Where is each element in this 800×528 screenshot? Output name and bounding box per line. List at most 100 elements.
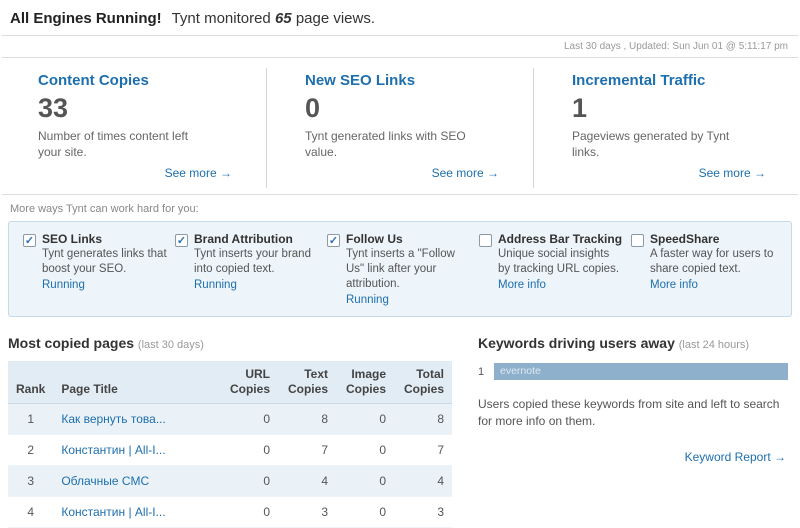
keywords-title: Keywords driving users away [478, 335, 675, 351]
last-updated-text: Last 30 days , Updated: Sun Jun 01 @ 5:1… [0, 36, 800, 57]
cell-total-copies: 3 [394, 497, 452, 528]
stat-title: Content Copies [38, 72, 242, 89]
see-more-link[interactable]: See more → [432, 166, 499, 180]
keywords-section: Keywords driving users away (last 24 hou… [452, 335, 788, 528]
checkbox-icon[interactable] [479, 234, 492, 247]
col-total-copies: Total Copies [394, 361, 452, 404]
section-period: (last 30 days) [138, 339, 204, 351]
arrow-icon: → [754, 166, 766, 180]
checkbox-icon[interactable]: ✓ [327, 234, 340, 247]
cell-url-copies: 0 [220, 466, 278, 497]
cell-text-copies: 7 [278, 435, 336, 466]
stats-row: Content Copies 33 Number of times conten… [0, 58, 800, 194]
cell-rank: 3 [8, 466, 53, 497]
most-copied-title: Most copied pages [8, 335, 134, 351]
see-more-label: See more [165, 166, 217, 180]
keyword-rank: 1 [478, 366, 494, 378]
stat-value: 33 [38, 93, 242, 124]
arrow-icon: → [487, 166, 499, 180]
feature-seo-links: ✓ SEO Links Tynt generates links that bo… [23, 232, 175, 306]
col-text-copies: Text Copies [278, 361, 336, 404]
feature-body: Address Bar Tracking Unique social insig… [498, 232, 623, 306]
section-title: Most copied pages (last 30 days) [8, 335, 452, 351]
feature-body: Follow Us Tynt inserts a "Follow Us" lin… [346, 232, 471, 306]
cell-image-copies: 0 [336, 466, 394, 497]
cell-total-copies: 8 [394, 404, 452, 435]
table-header-row: Rank Page Title URL Copies Text Copies I… [8, 361, 452, 404]
stat-new-seo-links: New SEO Links 0 Tynt generated links wit… [266, 68, 533, 188]
col-url-copies: URL Copies [220, 361, 278, 404]
feature-brand-attribution: ✓ Brand Attribution Tynt inserts your br… [175, 232, 327, 306]
cell-url-copies: 0 [220, 435, 278, 466]
page-title-link[interactable]: Как вернуть това... [61, 412, 166, 426]
feature-address-bar-tracking: Address Bar Tracking Unique social insig… [479, 232, 631, 306]
stat-incremental-traffic: Incremental Traffic 1 Pageviews generate… [533, 68, 800, 188]
see-more-link[interactable]: See more → [699, 166, 766, 180]
keyword-row: 1 evernote [478, 363, 788, 380]
keyword-report-link[interactable]: Keyword Report → [685, 450, 786, 464]
cell-rank: 4 [8, 497, 53, 528]
cell-rank: 1 [8, 404, 53, 435]
most-copied-pages-section: Most copied pages (last 30 days) Rank Pa… [8, 335, 452, 528]
feature-speedshare: SpeedShare A faster way for users to sha… [631, 232, 783, 306]
see-more-label: See more [432, 166, 484, 180]
stat-description: Pageviews generated by Tynt links. [572, 128, 747, 160]
table-row: 2 Константин | All-I... 0 7 0 7 [8, 435, 452, 466]
feature-status-link[interactable]: Running [42, 279, 85, 291]
cell-total-copies: 4 [394, 466, 452, 497]
cell-image-copies: 0 [336, 404, 394, 435]
monitored-suffix: page views. [296, 10, 375, 27]
stat-description: Number of times content left your site. [38, 128, 213, 160]
page-title-link[interactable]: Облачные СМС [61, 474, 149, 488]
checkbox-icon[interactable]: ✓ [23, 234, 36, 247]
arrow-icon: → [774, 450, 786, 464]
feature-body: SpeedShare A faster way for users to sha… [650, 232, 775, 306]
monitored-prefix: Tynt monitored [172, 10, 271, 27]
checkbox-icon[interactable]: ✓ [175, 234, 188, 247]
cell-url-copies: 0 [220, 497, 278, 528]
table-row: 1 Как вернуть това... 0 8 0 8 [8, 404, 452, 435]
col-image-copies: Image Copies [336, 361, 394, 404]
col-page-title: Page Title [53, 361, 220, 404]
section-title: Keywords driving users away (last 24 hou… [478, 335, 788, 351]
feature-body: Brand Attribution Tynt inserts your bran… [194, 232, 319, 306]
stat-value: 0 [305, 93, 509, 124]
feature-status-link[interactable]: More info [650, 279, 698, 291]
cell-total-copies: 7 [394, 435, 452, 466]
cell-text-copies: 4 [278, 466, 336, 497]
checkbox-icon[interactable] [631, 234, 644, 247]
feature-status-link[interactable]: Running [194, 279, 237, 291]
pageview-count: 65 [275, 10, 292, 27]
feature-label: Address Bar Tracking [498, 232, 623, 246]
cell-text-copies: 3 [278, 497, 336, 528]
feature-description: Tynt inserts a "Follow Us" link after yo… [346, 247, 471, 292]
cell-rank: 2 [8, 435, 53, 466]
table-row: 3 Облачные СМС 0 4 0 4 [8, 466, 452, 497]
arrow-icon: → [220, 166, 232, 180]
feature-status-link[interactable]: Running [346, 294, 389, 306]
stat-description: Tynt generated links with SEO value. [305, 128, 480, 160]
cell-image-copies: 0 [336, 497, 394, 528]
see-more-label: See more [699, 166, 751, 180]
stat-content-copies: Content Copies 33 Number of times conten… [0, 68, 266, 188]
feature-label: SEO Links [42, 232, 167, 246]
col-rank: Rank [8, 361, 53, 404]
feature-description: A faster way for users to share copied t… [650, 247, 775, 277]
feature-label: Follow Us [346, 232, 471, 246]
status-header: All Engines Running! Tynt monitored 65 p… [0, 0, 800, 35]
features-panel: ✓ SEO Links Tynt generates links that bo… [8, 221, 792, 317]
page-title-link[interactable]: Константин | All-I... [61, 443, 165, 457]
stat-title: New SEO Links [305, 72, 509, 89]
feature-label: Brand Attribution [194, 232, 319, 246]
table-row: 4 Константин | All-I... 0 3 0 3 [8, 497, 452, 528]
cell-url-copies: 0 [220, 404, 278, 435]
keyword-bar[interactable]: evernote [494, 363, 788, 380]
feature-status-link[interactable]: More info [498, 279, 546, 291]
feature-body: SEO Links Tynt generates links that boos… [42, 232, 167, 306]
page-title-link[interactable]: Константин | All-I... [61, 505, 165, 519]
feature-description: Unique social insights by tracking URL c… [498, 247, 623, 277]
keyword-report-label: Keyword Report [685, 450, 771, 464]
feature-label: SpeedShare [650, 232, 775, 246]
see-more-link[interactable]: See more → [165, 166, 232, 180]
feature-description: Tynt generates links that boost your SEO… [42, 247, 167, 277]
